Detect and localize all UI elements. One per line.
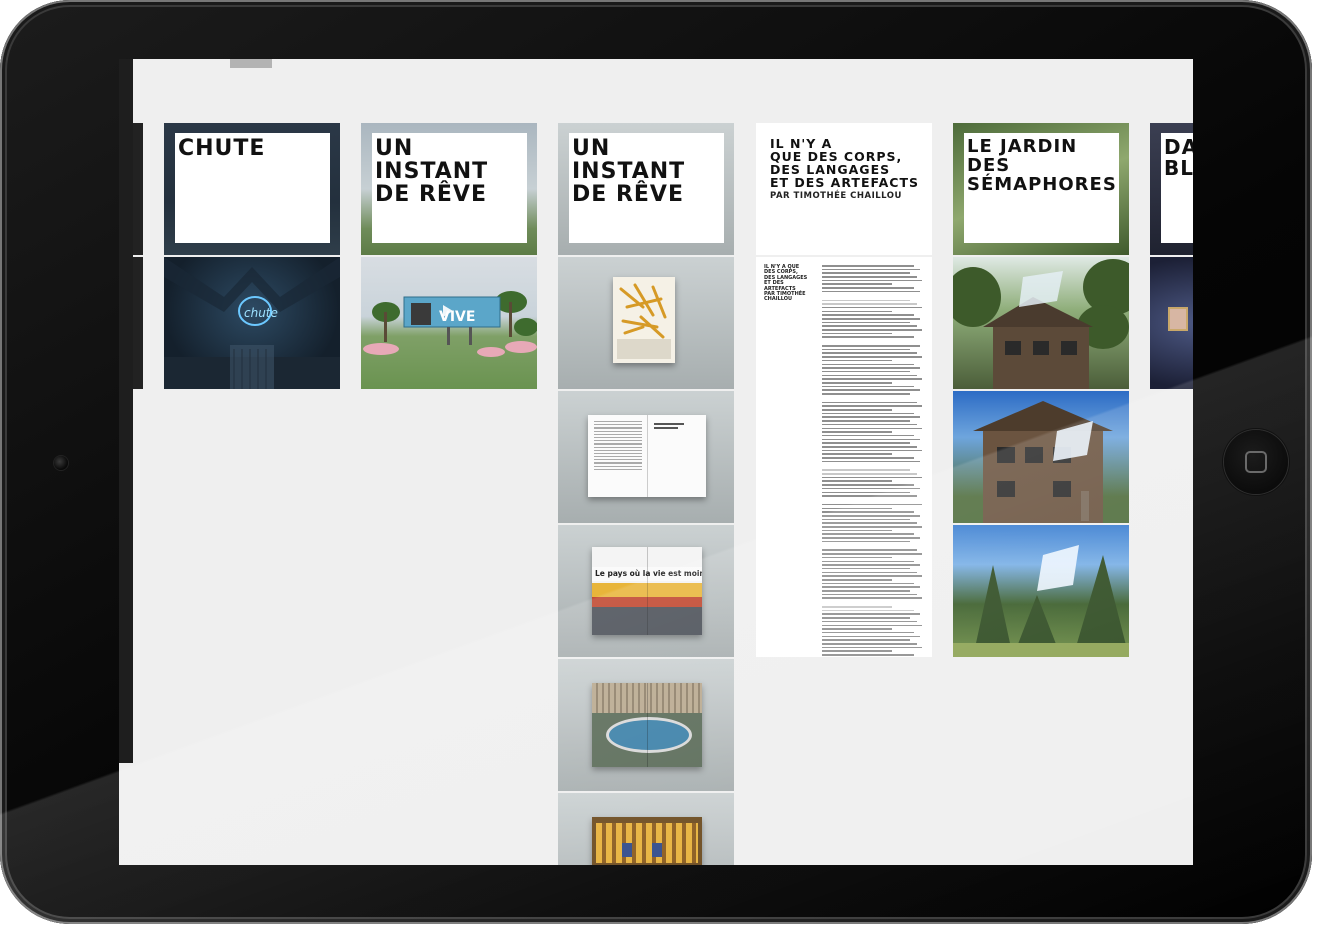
fries-photo (617, 283, 671, 359)
column-chute: CHUTE chute (164, 123, 340, 391)
previous-column-edge[interactable] (133, 123, 143, 255)
tile-image-house-2[interactable] (953, 391, 1129, 523)
tile-image-partial[interactable] (1150, 257, 1193, 389)
title-box: UN INSTANT DE RÊVE (372, 133, 527, 243)
home-square-icon (1245, 451, 1267, 473)
title-box: CHUTE (175, 133, 330, 243)
book-cover (613, 277, 675, 363)
tile-title: LE JARDIN DES SÉMAPHORES (967, 136, 1117, 195)
book-pool-photo (592, 683, 702, 767)
tile-title: UN INSTANT DE RÊVE (572, 136, 686, 207)
tile-image-mirror[interactable] (953, 525, 1129, 657)
house-photo-2 (973, 401, 1113, 523)
article-page[interactable]: IL N'Y A QUE DES CORPS, DES LANGAGES ET … (756, 257, 932, 657)
tile-title-jardin[interactable]: LE JARDIN DES SÉMAPHORES (953, 123, 1129, 255)
previous-column-edge-image[interactable] (133, 257, 143, 389)
article-mini-title: IL N'Y A QUE DES CORPS, DES LANGAGES ET … (764, 264, 808, 303)
billboard-photo: VIVE (363, 291, 537, 357)
article-byline: PAR TIMOTHÉE CHAILLOU (770, 191, 902, 201)
open-book (588, 415, 706, 497)
home-button[interactable] (1224, 430, 1288, 494)
column-instant-1: UN INSTANT DE RÊVE VIVE (361, 123, 537, 391)
tile-image-chute[interactable]: chute (164, 257, 340, 389)
tile-title: UN INSTANT DE RÊVE (375, 136, 489, 207)
front-camera (54, 456, 68, 470)
title-box: LE JARDIN DES SÉMAPHORES (964, 133, 1119, 243)
mirror-photo (953, 545, 1129, 657)
tile-image-house-1[interactable] (953, 257, 1129, 389)
book-spread: Le pays où la vie est moins chère (592, 547, 702, 635)
tile-title: DA BL (1164, 135, 1193, 180)
tablet-frame: CHUTE chute UN INSTANT DE RÊVE VIVE UN I… (0, 0, 1312, 924)
tile-book-pool[interactable] (558, 659, 734, 791)
column-jardin: LE JARDIN DES SÉMAPHORES (953, 123, 1129, 659)
tile-title-partial[interactable]: DA BL (1150, 123, 1193, 255)
tile-image-billboard[interactable]: VIVE (361, 257, 537, 389)
tile-title: CHUTE (178, 136, 266, 161)
left-panel-edge (119, 59, 133, 763)
tile-title-instant[interactable]: UN INSTANT DE RÊVE (361, 123, 537, 255)
neon-sign-text: chute (244, 306, 278, 320)
article-title-card[interactable]: IL N'Y A QUE DES CORPS, DES LANGAGES ET … (756, 123, 932, 255)
book-shop-photo (592, 817, 702, 865)
app-screen: CHUTE chute UN INSTANT DE RÊVE VIVE UN I… (119, 59, 1193, 865)
title-box: UN INSTANT DE RÊVE (569, 133, 724, 243)
column-partial: DA BL (1150, 123, 1193, 391)
tile-book-open[interactable] (558, 391, 734, 523)
column-article: IL N'Y A QUE DES CORPS, DES LANGAGES ET … (756, 123, 932, 657)
article-text-lines (822, 265, 922, 656)
scroll-indicator[interactable] (230, 59, 272, 68)
tile-book-cover[interactable] (558, 257, 734, 389)
tile-title-instant-book[interactable]: UN INSTANT DE RÊVE (558, 123, 734, 255)
house-photo-1 (953, 259, 1129, 389)
title-box: DA BL (1161, 133, 1193, 243)
tile-book-shop[interactable] (558, 793, 734, 865)
tile-book-spread[interactable]: Le pays où la vie est moins chère (558, 525, 734, 657)
chute-photo: chute (164, 257, 340, 389)
tile-title-chute[interactable]: CHUTE (164, 123, 340, 255)
column-instant-2: UN INSTANT DE RÊVE Le pays où la vie est… (558, 123, 734, 865)
article-heading: IL N'Y A QUE DES CORPS, DES LANGAGES ET … (770, 136, 919, 190)
